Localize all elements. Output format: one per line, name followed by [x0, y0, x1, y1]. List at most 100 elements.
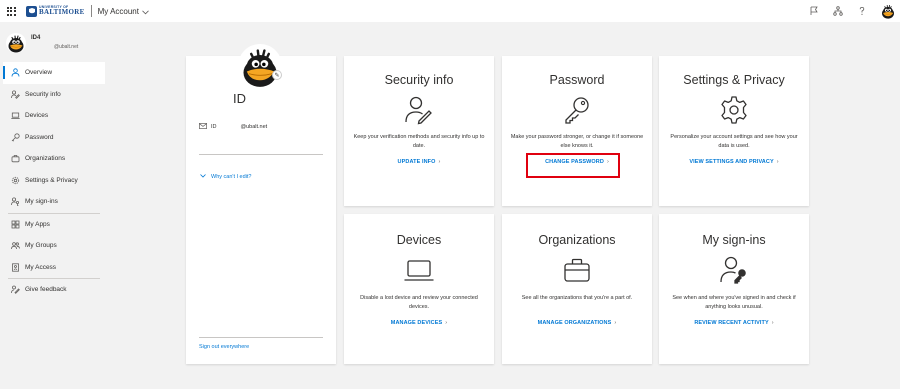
sidebar-item-label: My sign-ins [25, 198, 58, 206]
link-label: MANAGE DEVICES [390, 320, 443, 326]
tile-title: Security info [384, 73, 454, 87]
key-icon [10, 132, 20, 142]
briefcase-icon [502, 255, 652, 285]
gear-icon [659, 95, 809, 125]
tile-description: Make your password stronger, or change i… [510, 134, 644, 149]
sidebar-nav: Overview Security info Devices Password … [0, 62, 108, 301]
settings-privacy-tile: Settings & Privacy Personalize your acco… [659, 56, 809, 206]
sidebar-item-label: Password [25, 133, 54, 141]
profile-card: ✎ ID ID @ubalt.net Why can't I edit? Sig… [186, 56, 336, 364]
avatar [6, 33, 26, 53]
chevron-down-icon [200, 174, 206, 180]
chevron-right-icon: › [614, 320, 617, 326]
tile-title: My sign-ins [702, 233, 766, 247]
review-recent-activity-link[interactable]: REVIEW RECENT ACTIVITY › [659, 320, 809, 326]
organizations-tile: Organizations See all the organizations … [502, 214, 652, 364]
password-tile: Password Make your password stronger, or… [502, 56, 652, 206]
update-info-link[interactable]: UPDATE INFO › [344, 159, 494, 165]
devices-tile: Devices Disable a lost device and review… [344, 214, 494, 364]
link-label: MANAGE ORGANIZATIONS [537, 320, 612, 326]
sidebar-item-settings-privacy[interactable]: Settings & Privacy [0, 170, 108, 192]
sidebar-item-my-sign-ins[interactable]: My sign-ins [0, 191, 108, 213]
sidebar-item-label: Security info [25, 90, 61, 98]
email-label: ID [211, 124, 217, 130]
sidebar-item-my-apps[interactable]: My Apps [0, 214, 108, 236]
tile-description: See when and where you've signed in and … [672, 295, 796, 310]
profile-email: @ubalt.net [54, 44, 79, 50]
manage-organizations-link[interactable]: MANAGE ORGANIZATIONS › [502, 320, 652, 326]
sign-out-everywhere-link[interactable]: Sign out everywhere [199, 344, 249, 350]
org-chart-icon[interactable] [826, 0, 850, 22]
tile-description: Personalize your account settings and se… [670, 134, 798, 149]
why-cant-edit-link[interactable]: Why can't I edit? [200, 174, 252, 180]
sidebar-item-my-access[interactable]: My Access [0, 257, 108, 279]
sidebar-item-label: Devices [25, 112, 49, 120]
security-info-tile: Security info Keep your verification met… [344, 56, 494, 206]
feedback-icon [10, 285, 20, 295]
topbar-divider [90, 5, 92, 17]
sidebar-item-label: Organizations [25, 155, 66, 163]
sidebar-item-give-feedback[interactable]: Give feedback [0, 279, 108, 301]
avatar [238, 44, 282, 88]
laptop-icon [344, 255, 494, 285]
sidebar: ID4 @ubalt.net Overview Security info De… [0, 22, 108, 389]
sidebar-item-my-groups[interactable]: My Groups [0, 235, 108, 257]
tile-title: Devices [396, 233, 442, 247]
gear-icon [10, 175, 20, 185]
mail-icon [199, 123, 207, 131]
tile-description: Keep your verification methods and secur… [353, 134, 485, 149]
security-info-icon [344, 95, 494, 125]
link-label: REVIEW RECENT ACTIVITY [694, 320, 769, 326]
sidebar-item-label: My Groups [25, 242, 57, 250]
signins-icon [10, 197, 20, 207]
edit-photo-icon[interactable]: ✎ [272, 70, 282, 80]
chevron-right-icon: › [771, 320, 774, 326]
chevron-right-icon: › [445, 320, 448, 326]
account-avatar[interactable] [880, 3, 896, 19]
app-launcher-icon[interactable] [0, 0, 22, 22]
tile-description: See all the organizations that you're a … [521, 295, 633, 301]
laptop-icon [10, 111, 20, 121]
logo-text: UNIVERSITY OF BALTIMORE [39, 5, 85, 17]
link-label: VIEW SETTINGS AND PRIVACY [689, 159, 774, 165]
sidebar-item-devices[interactable]: Devices [0, 105, 108, 127]
sidebar-item-organizations[interactable]: Organizations [0, 148, 108, 170]
my-sign-ins-tile: My sign-ins See when and where you've si… [659, 214, 809, 364]
key-icon [502, 95, 652, 125]
manage-devices-link[interactable]: MANAGE DEVICES › [344, 320, 494, 326]
divider [199, 337, 323, 338]
logo-big-text: BALTIMORE [39, 8, 85, 17]
feedback-icon[interactable] [802, 0, 826, 22]
highlight-box [526, 153, 620, 178]
app-title[interactable]: My Account [98, 7, 139, 16]
tile-title: Settings & Privacy [683, 73, 785, 87]
view-settings-privacy-link[interactable]: VIEW SETTINGS AND PRIVACY › [659, 159, 809, 165]
apps-icon [10, 219, 20, 229]
chevron-right-icon: › [438, 159, 441, 165]
groups-icon [10, 241, 20, 251]
help-icon[interactable] [850, 0, 874, 22]
access-icon [10, 262, 20, 272]
tile-title: Organizations [538, 233, 616, 247]
sidebar-profile: ID4 @ubalt.net [6, 33, 78, 53]
tile-description: Disable a lost device and review your co… [360, 295, 478, 310]
sidebar-item-label: My Apps [25, 220, 50, 228]
sidebar-item-label: Settings & Privacy [25, 176, 78, 184]
top-bar: UNIVERSITY OF BALTIMORE My Account [0, 0, 900, 22]
sidebar-item-security-info[interactable]: Security info [0, 84, 108, 106]
link-label: UPDATE INFO [397, 159, 436, 165]
email-row: ID @ubalt.net [199, 123, 267, 131]
profile-card-title: ID [233, 91, 246, 106]
university-logo[interactable]: UNIVERSITY OF BALTIMORE [26, 5, 85, 17]
person-icon [10, 68, 20, 78]
divider [199, 154, 323, 155]
sidebar-item-label: Give feedback [25, 286, 67, 294]
profile-name: ID4 [31, 35, 41, 41]
chevron-down-icon[interactable] [142, 2, 149, 20]
email-value: @ubalt.net [240, 124, 268, 130]
tile-title: Password [549, 73, 605, 87]
briefcase-icon [10, 154, 20, 164]
sidebar-item-overview[interactable]: Overview [3, 62, 105, 84]
sidebar-item-label: My Access [25, 263, 57, 271]
sidebar-item-password[interactable]: Password [0, 127, 108, 149]
